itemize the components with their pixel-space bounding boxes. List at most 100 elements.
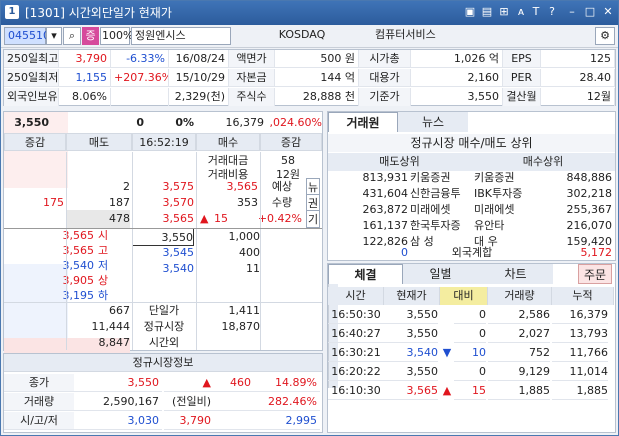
- trade-diff: 0: [454, 325, 486, 343]
- trade-diff: 10: [454, 344, 486, 362]
- window-title: [1301] 시간외단일가 현재가: [25, 6, 172, 20]
- day-info-label: 하: [98, 289, 109, 302]
- broker-panel: 거래원 뉴스 정규시장 매수/매도 상위 매도상위 매수상위 813,931 키움증권 키움증…: [327, 111, 616, 261]
- day-info-value: 3,565: [62, 229, 95, 242]
- lock-icon[interactable]: ⊞: [497, 5, 511, 19]
- broker-sell-name: 신한금융투: [410, 187, 461, 200]
- quote-volume: 16,379: [225, 116, 265, 129]
- info-value: 58: [281, 154, 295, 167]
- trade-volume: 2,586: [488, 306, 550, 324]
- divider: [66, 152, 67, 350]
- toolbar: 045510 ▾ ⌕ 증 100% 정원엔시스 KOSDAQ 컴퓨터서비스 ⚙: [1, 25, 618, 48]
- stock-name[interactable]: 정원엔시스: [131, 27, 231, 45]
- help-icon[interactable]: ?: [545, 5, 559, 19]
- total-sell: 8,847: [98, 336, 131, 349]
- info-label: 거래대금: [207, 154, 249, 167]
- trade-arrow: [440, 363, 454, 381]
- trade-header-0: 시간: [328, 287, 384, 305]
- summary-cell: 3,550: [411, 88, 503, 106]
- trade-tab-0[interactable]: 체결: [328, 264, 403, 284]
- gear-icon[interactable]: ⚙: [595, 27, 615, 45]
- broker-buy-qty: 302,218: [566, 187, 613, 200]
- trade-arrow: [440, 306, 454, 324]
- day-info-label: 시: [98, 229, 109, 242]
- summary-cell: 250일최고: [4, 50, 59, 68]
- expect-diff: 15: [214, 212, 228, 225]
- broker-sell-qty: 161,137: [362, 219, 409, 232]
- summary-cell: 500 원: [275, 50, 359, 68]
- trade-diff: 0: [454, 363, 486, 381]
- day-info-value: 3,195: [62, 289, 95, 302]
- app-window: 1 [1301] 시간외단일가 현재가 ▣ ▤ ⊞ ᴀ T ? – □ ✕ 04…: [0, 0, 619, 436]
- day-info-value: 3,540: [62, 259, 95, 272]
- order-book: 3,550 0 0% 16,379,024.60% 증감 매도 16:52:19 매수 증감 2 3…: [3, 111, 323, 356]
- search-icon[interactable]: ⌕: [63, 27, 81, 45]
- summary-cell: 1,155: [59, 69, 111, 87]
- percent-box: 100%: [100, 27, 133, 45]
- up-arrow-icon: ▲: [442, 384, 452, 397]
- regular-cell: 282.46%: [254, 393, 320, 411]
- broker-buy-qty: 255,367: [566, 203, 613, 216]
- broker-buy-name: 유안타: [474, 219, 505, 232]
- trade-cumulative: 16,379: [552, 306, 608, 324]
- regular-title: 정규시장정보: [4, 354, 322, 372]
- trade-time: 16:10:30: [328, 382, 384, 400]
- broker-sell-name: 미래에셋: [410, 203, 451, 216]
- font-icon[interactable]: ᴀ: [514, 5, 528, 19]
- broker-buy-qty: 848,886: [566, 171, 613, 184]
- quote-change: 0: [136, 116, 144, 129]
- trade-time: 16:40:27: [328, 325, 384, 343]
- total-buy: [196, 334, 260, 352]
- day-info-label: 저: [98, 259, 109, 272]
- settings-icon[interactable]: ▣: [463, 5, 477, 19]
- trade-volume: 9,129: [488, 363, 550, 381]
- expect-pct: +0.42%: [257, 212, 302, 225]
- trade-tab-3[interactable]: 주문: [578, 264, 612, 284]
- minimize-icon[interactable]: –: [565, 5, 579, 19]
- sell-change: [4, 210, 64, 228]
- regular-cell: 3,550: [74, 374, 162, 392]
- code-input[interactable]: 045510: [4, 27, 50, 45]
- foreign-label: 외국계합: [451, 246, 493, 259]
- regular-cell: 3,030: [74, 412, 162, 430]
- regular-cell: (전일비): [164, 393, 214, 411]
- trade-price: 3,550: [384, 306, 438, 324]
- broker-sell-qty: 263,872: [362, 203, 409, 216]
- title-bar: 1 [1301] 시간외단일가 현재가 ▣ ▤ ⊞ ᴀ T ? – □ ✕: [1, 1, 618, 25]
- summary-cell: [111, 88, 169, 106]
- trade-tab-2[interactable]: 차트: [478, 264, 553, 284]
- summary-cell: 액면가: [229, 50, 275, 68]
- broker-tab-0[interactable]: 거래원: [328, 112, 398, 132]
- trade-header-3: 거래량: [488, 287, 552, 305]
- trade-volume: 752: [488, 344, 550, 362]
- summary-cell: 3,790: [59, 50, 111, 68]
- summary-cell: +207.36%: [111, 69, 169, 87]
- text-icon[interactable]: T: [529, 5, 543, 19]
- summary-cell: 자본금: [229, 69, 275, 87]
- close-icon[interactable]: ✕: [601, 5, 615, 19]
- dropdown-icon[interactable]: ▾: [46, 27, 62, 45]
- foreign-buy: 5,172: [580, 246, 613, 259]
- ob-header-4: 증감: [260, 133, 322, 151]
- summary-cell: 1,026 억: [411, 50, 503, 68]
- trade-time: 16:50:30: [328, 306, 384, 324]
- summary-grid: 250일최고 3,790 -6.33% 16/08/24 액면가 500 원 시가총 1,02…: [3, 49, 616, 106]
- summary-cell: 125: [541, 50, 615, 68]
- day-info-value: 3,905: [62, 274, 95, 287]
- summary-cell: 2,160: [411, 69, 503, 87]
- maximize-icon[interactable]: □: [583, 5, 597, 19]
- trade-diff: 0: [454, 306, 486, 324]
- broker-tab-1[interactable]: 뉴스: [398, 112, 468, 132]
- trade-tab-1[interactable]: 일별: [403, 264, 478, 284]
- regular-cell: 거래량: [4, 393, 74, 411]
- trade-price: 3,550: [384, 363, 438, 381]
- buy-price: 3,540: [162, 262, 195, 275]
- trade-cumulative: 11,766: [552, 344, 608, 362]
- summary-cell: 기준가: [359, 88, 411, 106]
- ob-header-3: 매수: [196, 133, 260, 151]
- save-icon[interactable]: ▤: [480, 5, 494, 19]
- regular-cell: 14.89%: [254, 374, 320, 392]
- side-tab-2[interactable]: 기: [306, 210, 320, 228]
- regular-market-panel: 정규시장정보 종가 3,550 ▲ 460 14.89% 거래량 2,590,167 (전일비)…: [3, 353, 323, 433]
- regular-cell: ▲: [164, 374, 214, 392]
